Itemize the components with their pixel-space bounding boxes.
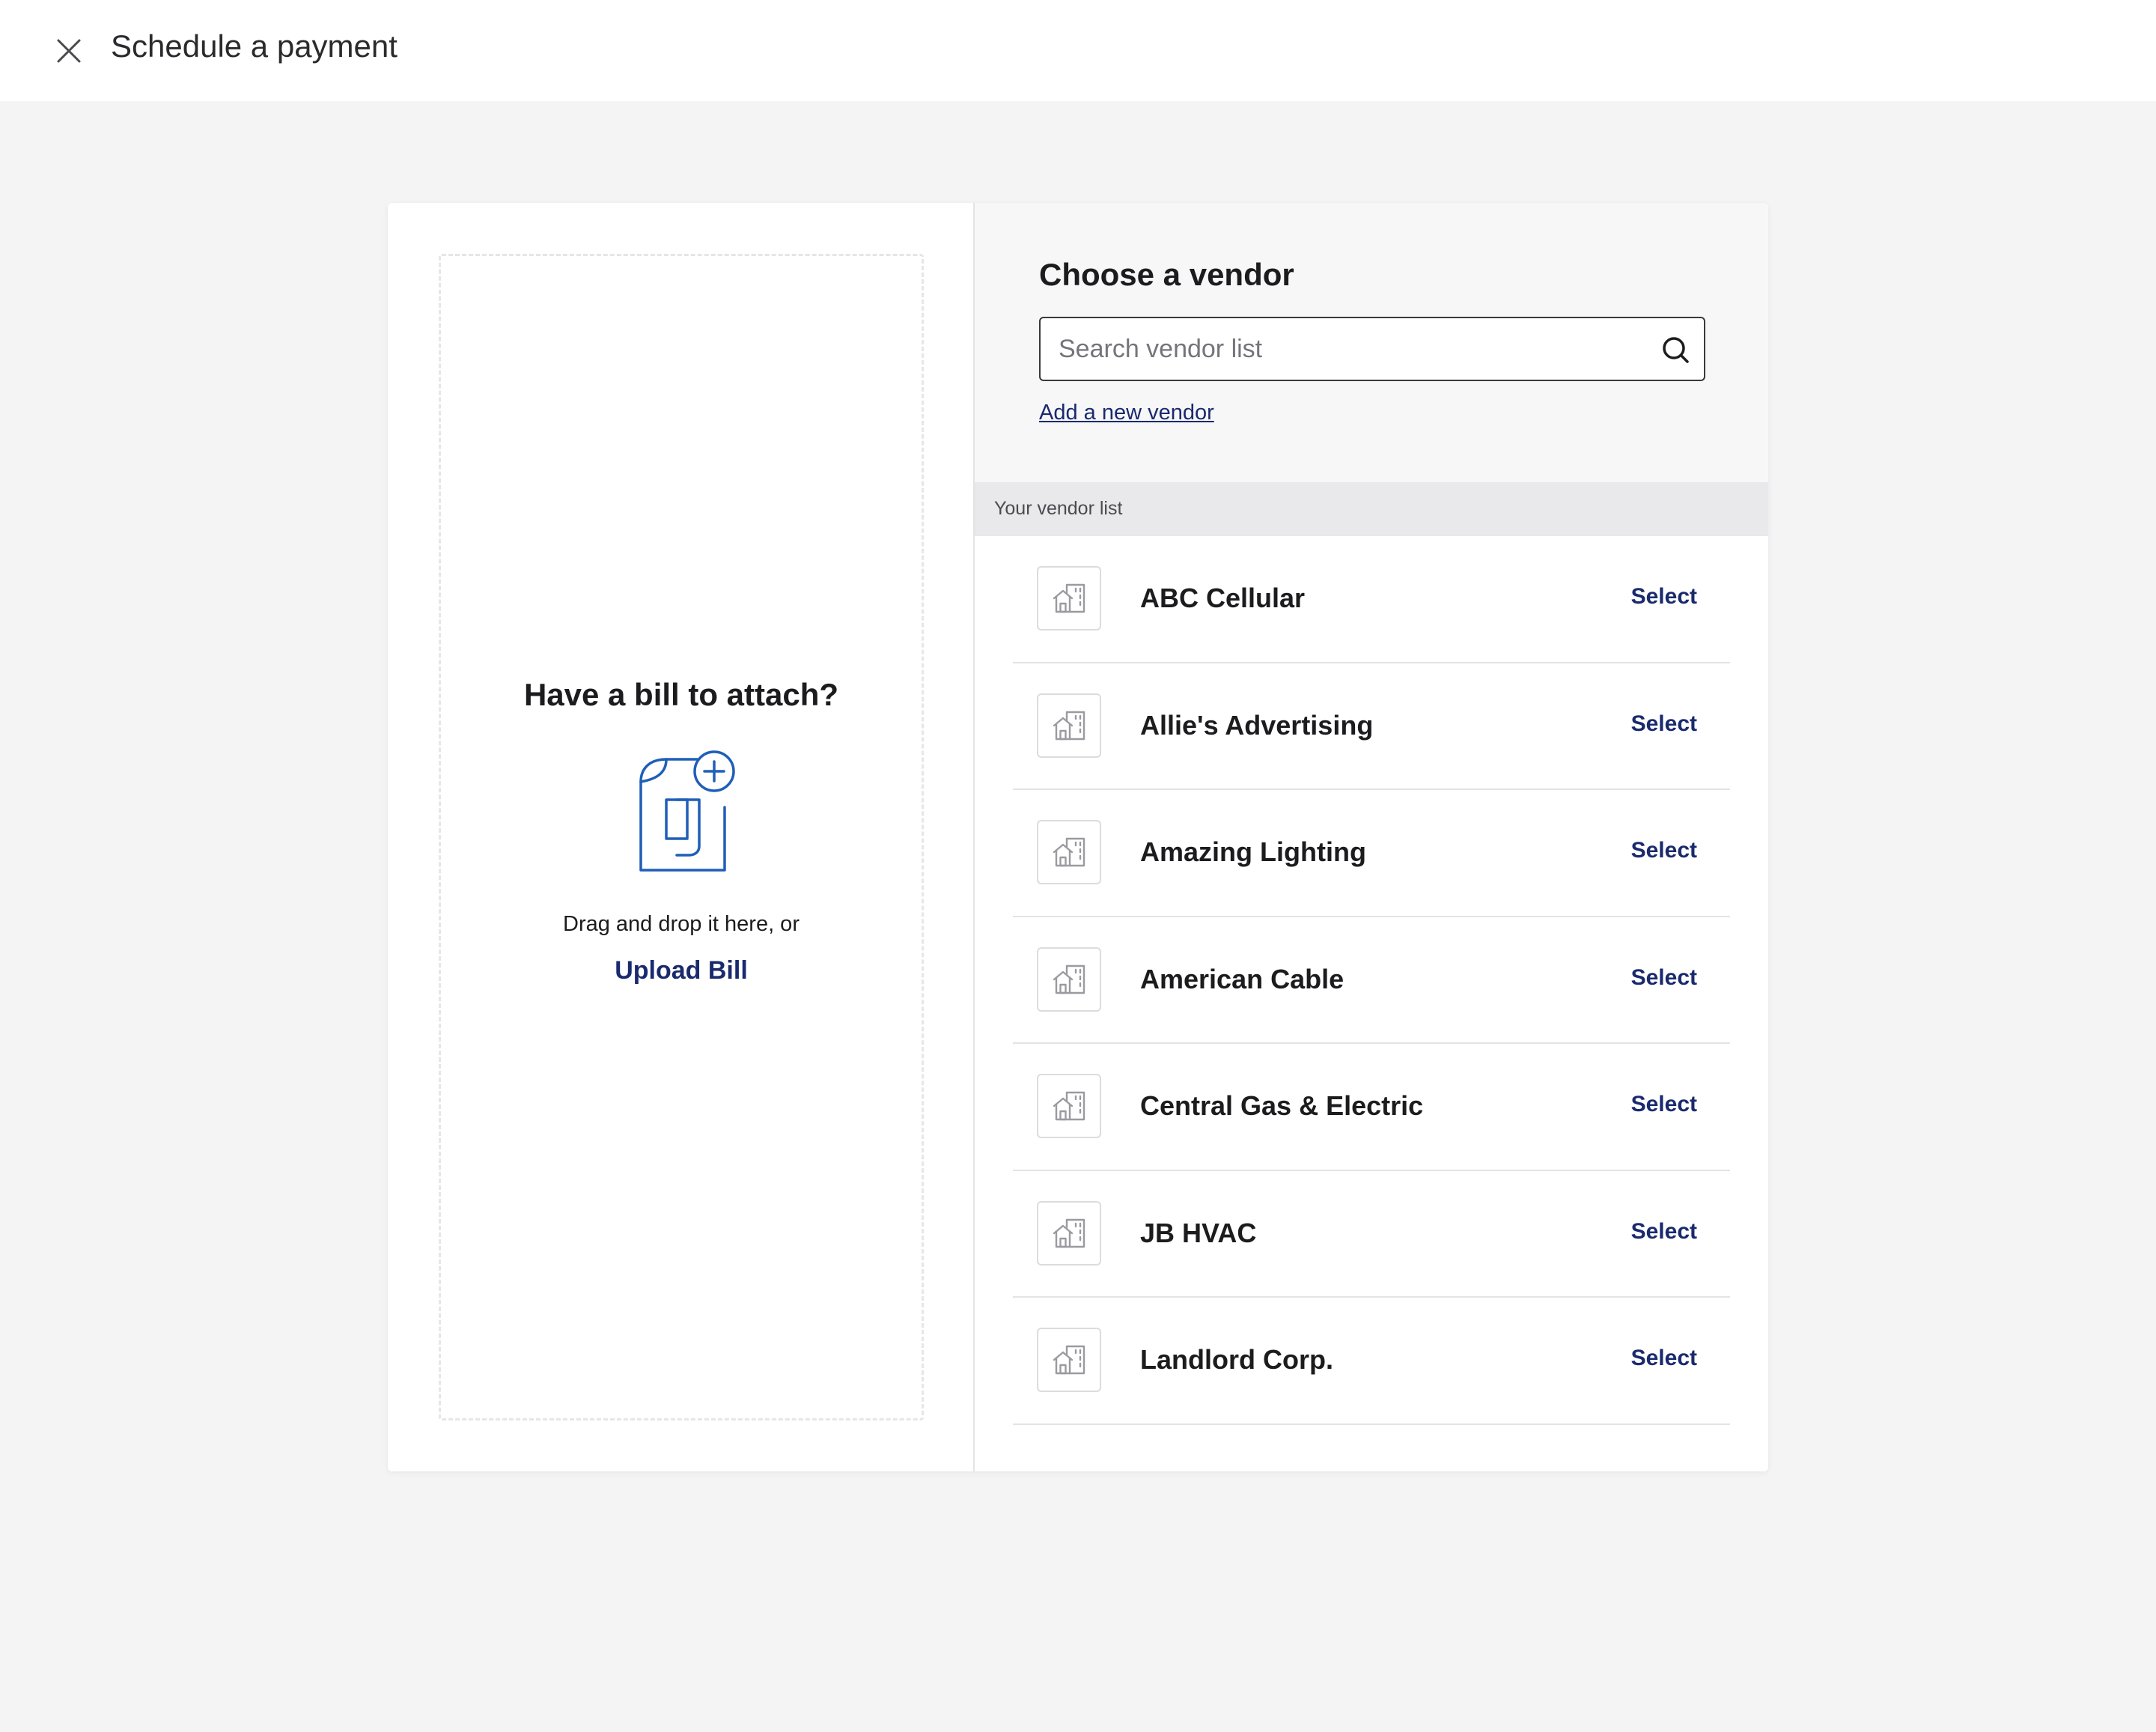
- vendor-title: Choose a vendor: [1039, 257, 1294, 292]
- vendor-name: Amazing Lighting: [1140, 836, 1366, 867]
- vendor-select-button[interactable]: Select: [1631, 1346, 1697, 1371]
- vendor-row: ABC Cellular Select: [1013, 536, 1730, 663]
- vendor-select-button[interactable]: Select: [1631, 584, 1697, 610]
- vendor-select-button[interactable]: Select: [1631, 1219, 1697, 1245]
- vendor-search-box: [1039, 317, 1705, 381]
- upload-bill-link[interactable]: Upload Bill: [441, 956, 922, 985]
- vendor-pane: Choose a vendor Add a new vendor Your ve…: [975, 203, 1768, 1471]
- vendor-list-label: Your vendor list: [994, 498, 1123, 519]
- close-icon: [57, 39, 81, 63]
- vendor-row: Central Gas & Electric Select: [1013, 1044, 1730, 1171]
- building-icon: [1053, 1218, 1085, 1248]
- vendor-select-button[interactable]: Select: [1631, 838, 1697, 863]
- vendor-name: Landlord Corp.: [1140, 1344, 1333, 1375]
- vendor-name: Allie's Advertising: [1140, 709, 1374, 741]
- bill-title: Have a bill to attach?: [523, 677, 839, 712]
- vendor-row: JB HVAC Select: [1013, 1171, 1730, 1298]
- vendor-header: Choose a vendor Add a new vendor: [975, 203, 1768, 482]
- vendor-row: Landlord Corp. Select: [1013, 1298, 1730, 1425]
- close-button[interactable]: [54, 36, 84, 66]
- search-icon[interactable]: [1660, 335, 1690, 365]
- top-bar: Schedule a payment: [0, 0, 2156, 101]
- building-icon: [1053, 964, 1085, 994]
- vendor-list: ABC Cellular Select Allie's Advertising …: [1013, 536, 1730, 1425]
- vendor-row: Amazing Lighting Select: [1013, 790, 1730, 917]
- vendor-avatar: [1037, 1200, 1101, 1265]
- vendor-avatar: [1037, 1328, 1101, 1392]
- building-icon: [1053, 837, 1085, 867]
- vendor-name: ABC Cellular: [1140, 583, 1306, 613]
- payment-card: Have a bill to attach? Drag and drop it …: [388, 203, 1768, 1471]
- bill-upload-icon: [639, 750, 735, 872]
- add-new-vendor-link[interactable]: Add a new vendor: [1039, 401, 1214, 425]
- building-icon: [1053, 711, 1085, 740]
- page-title: Schedule a payment: [111, 28, 398, 64]
- vendor-name: Central Gas & Electric: [1140, 1090, 1424, 1121]
- vendor-row: Allie's Advertising Select: [1013, 663, 1730, 790]
- vendor-name: JB HVAC: [1140, 1217, 1257, 1248]
- building-icon: [1053, 1345, 1085, 1375]
- building-icon: [1053, 583, 1085, 613]
- vendor-row: American Cable Select: [1013, 917, 1730, 1044]
- vendor-search-input[interactable]: [1041, 318, 1654, 380]
- vendor-select-button[interactable]: Select: [1631, 1092, 1697, 1117]
- building-icon: [1053, 1091, 1085, 1121]
- vendor-avatar: [1037, 820, 1101, 884]
- vendor-list-label-bar: Your vendor list: [975, 482, 1768, 536]
- vendor-avatar: [1037, 946, 1101, 1012]
- vendor-avatar: [1037, 1074, 1101, 1138]
- vendor-select-button[interactable]: Select: [1631, 711, 1697, 737]
- vendor-avatar: [1037, 566, 1101, 630]
- vendor-select-button[interactable]: Select: [1631, 965, 1697, 991]
- bill-dropzone[interactable]: Have a bill to attach? Drag and drop it …: [439, 254, 924, 1420]
- bill-attach-pane: Have a bill to attach? Drag and drop it …: [388, 203, 975, 1471]
- vendor-avatar: [1037, 693, 1101, 758]
- vendor-name: American Cable: [1140, 963, 1345, 994]
- drop-hint: Drag and drop it here, or: [563, 912, 800, 936]
